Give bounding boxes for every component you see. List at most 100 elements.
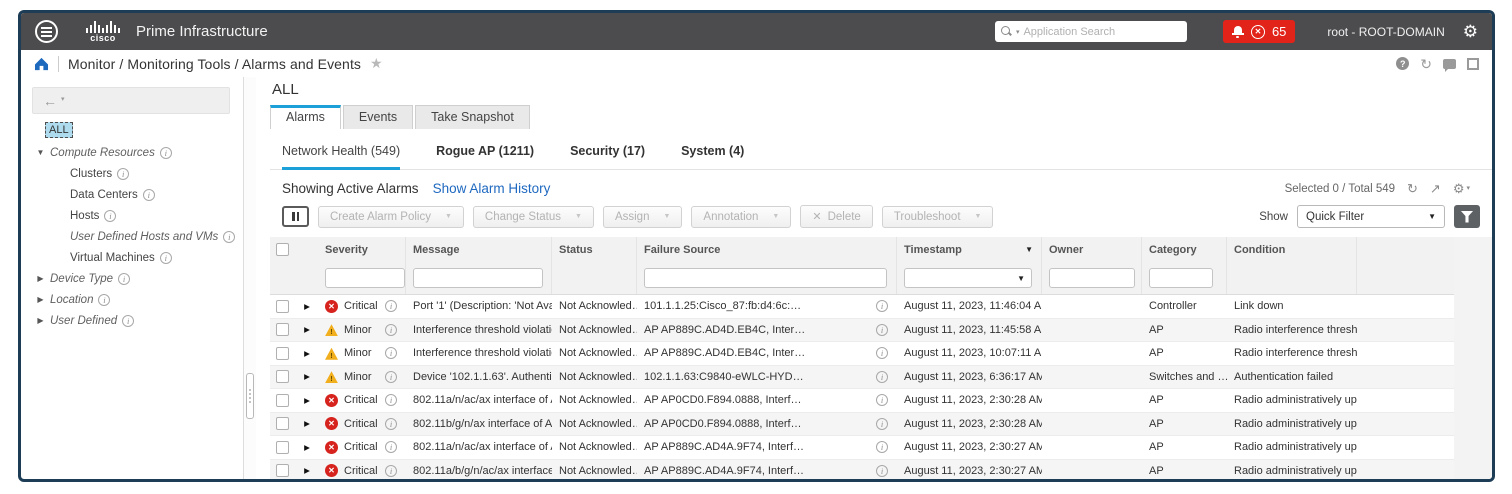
sidebar-item-virtual-machines[interactable]: Virtual Machines [29, 247, 243, 268]
timestamp-filter-select[interactable]: ▼ [904, 268, 1032, 288]
column-header-category[interactable]: Category [1142, 237, 1227, 262]
info-icon[interactable] [122, 314, 135, 327]
info-icon[interactable] [876, 300, 888, 313]
info-icon[interactable] [876, 441, 888, 454]
row-checkbox[interactable] [276, 393, 289, 407]
settings-gear-icon[interactable]: ⚙ [1463, 23, 1478, 40]
info-icon[interactable] [385, 370, 397, 383]
sidebar-item-data-centers[interactable]: Data Centers [29, 184, 243, 205]
chevron-right-icon[interactable]: ▶ [36, 316, 45, 325]
hamburger-menu-icon[interactable] [35, 20, 58, 43]
tab-rogue-ap[interactable]: Rogue AP (1211) [436, 144, 534, 169]
row-expand-button[interactable]: ▶ [296, 466, 318, 475]
info-icon[interactable] [117, 167, 130, 180]
row-expand-button[interactable]: ▶ [296, 325, 318, 334]
row-checkbox[interactable] [276, 346, 289, 360]
column-header-message[interactable]: Message [406, 237, 552, 262]
panel-resize-handle[interactable] [246, 373, 254, 419]
info-icon[interactable] [876, 464, 888, 477]
favorite-star-icon[interactable]: ★ [370, 55, 383, 72]
row-checkbox[interactable] [276, 370, 289, 384]
delete-button[interactable]: ✕ Delete [800, 205, 873, 228]
chevron-down-icon[interactable]: ▼ [36, 148, 45, 157]
info-icon[interactable] [159, 251, 172, 264]
info-icon[interactable] [876, 394, 888, 407]
info-icon[interactable] [223, 230, 236, 243]
info-icon[interactable] [385, 417, 397, 430]
row-expand-button[interactable]: ▶ [296, 349, 318, 358]
chevron-right-icon[interactable]: ▶ [36, 295, 45, 304]
info-icon[interactable] [142, 188, 155, 201]
info-icon[interactable] [385, 464, 397, 477]
tab-system[interactable]: System (4) [681, 144, 744, 169]
refresh-icon[interactable]: ↻ [1420, 57, 1432, 71]
tab-network-health[interactable]: Network Health (549) [282, 144, 401, 170]
info-icon[interactable] [876, 347, 888, 360]
chevron-right-icon[interactable]: ▶ [36, 274, 45, 283]
create-alarm-policy-button[interactable]: Create Alarm Policy ▼ [318, 205, 464, 228]
filter-button[interactable] [1454, 205, 1480, 228]
assign-button[interactable]: Assign ▼ [602, 205, 683, 228]
table-settings-gear-icon[interactable]: ⚙ ▾ [1453, 182, 1470, 195]
category-filter-input[interactable] [1149, 268, 1213, 288]
row-checkbox[interactable] [276, 440, 289, 454]
column-header-failure-source[interactable]: Failure Source [637, 237, 897, 262]
info-icon[interactable] [159, 146, 172, 159]
row-expand-button[interactable]: ▶ [296, 443, 318, 452]
info-icon[interactable] [385, 323, 397, 336]
sidebar-back-button[interactable]: ← ▾ [32, 87, 230, 114]
tab-alarms[interactable]: Alarms [270, 105, 341, 129]
row-checkbox[interactable] [276, 417, 289, 431]
sidebar-item-device-type[interactable]: ▶ Device Type [29, 268, 243, 289]
pause-refresh-button[interactable] [282, 206, 309, 227]
table-refresh-icon[interactable]: ↻ [1407, 182, 1418, 195]
troubleshoot-button[interactable]: Troubleshoot ▼ [881, 205, 994, 228]
column-header-timestamp[interactable]: Timestamp ▼ [897, 237, 1042, 262]
owner-filter-input[interactable] [1049, 268, 1135, 288]
sidebar-item-hosts[interactable]: Hosts [29, 205, 243, 226]
row-expand-button[interactable]: ▶ [296, 396, 318, 405]
info-icon[interactable] [118, 272, 131, 285]
row-checkbox[interactable] [276, 464, 289, 478]
info-icon[interactable] [385, 394, 397, 407]
sidebar-item-user-defined[interactable]: ▶ User Defined [29, 310, 243, 331]
info-icon[interactable] [385, 300, 397, 313]
column-header-condition[interactable]: Condition [1227, 237, 1357, 262]
show-alarm-history-link[interactable]: Show Alarm History [433, 181, 551, 196]
change-status-button[interactable]: Change Status ▼ [472, 205, 594, 228]
row-expand-button[interactable]: ▶ [296, 302, 318, 311]
annotation-button[interactable]: Annotation ▼ [691, 205, 792, 228]
info-icon[interactable] [876, 417, 888, 430]
application-search[interactable]: ▾ [994, 21, 1187, 42]
column-header-severity[interactable]: Severity [318, 237, 406, 262]
user-domain-label[interactable]: root - ROOT-DOMAIN [1327, 25, 1444, 39]
tab-security[interactable]: Security (17) [570, 144, 645, 169]
search-scope-caret-icon[interactable]: ▾ [1016, 28, 1020, 36]
row-expand-button[interactable]: ▶ [296, 372, 318, 381]
info-icon[interactable] [876, 323, 888, 336]
application-search-input[interactable] [1023, 25, 1181, 38]
quick-filter-select[interactable]: Quick Filter ▼ [1297, 205, 1445, 228]
row-expand-button[interactable]: ▶ [296, 419, 318, 428]
column-header-owner[interactable]: Owner [1042, 237, 1142, 262]
tab-events[interactable]: Events [342, 105, 414, 129]
alarm-summary-badge[interactable]: ✕ 65 [1222, 20, 1296, 43]
info-icon[interactable] [104, 209, 117, 222]
help-icon[interactable]: ? [1396, 57, 1410, 70]
info-icon[interactable] [98, 293, 111, 306]
home-icon[interactable] [34, 57, 49, 71]
severity-filter-input[interactable] [325, 268, 405, 288]
select-all-checkbox[interactable] [276, 243, 289, 256]
failure-source-filter-input[interactable] [644, 268, 887, 288]
sidebar-item-compute-resources[interactable]: ▼ Compute Resources [29, 142, 243, 163]
info-icon[interactable] [385, 441, 397, 454]
info-icon[interactable] [876, 370, 888, 383]
export-icon[interactable]: ↗ [1430, 182, 1441, 195]
sidebar-item-clusters[interactable]: Clusters [29, 163, 243, 184]
sidebar-item-location[interactable]: ▶ Location [29, 289, 243, 310]
message-filter-input[interactable] [413, 268, 543, 288]
row-checkbox[interactable] [276, 323, 289, 337]
dock-panel-icon[interactable] [1467, 57, 1479, 70]
sidebar-item-all[interactable]: ALL [45, 122, 73, 138]
row-checkbox[interactable] [276, 299, 289, 313]
